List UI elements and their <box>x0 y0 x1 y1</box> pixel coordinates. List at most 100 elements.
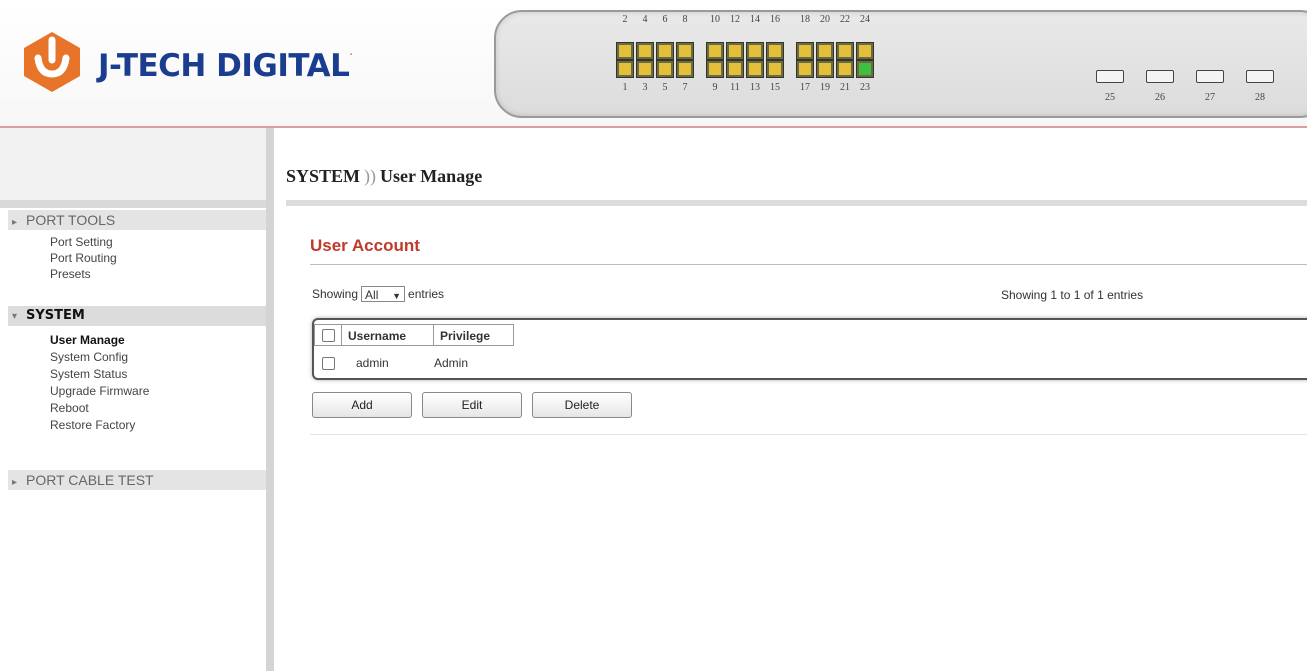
select-all-checkbox[interactable] <box>321 328 335 342</box>
port-label: 20 <box>820 14 830 25</box>
sidebar-section-port-tools[interactable]: ▸ PORT TOOLS <box>8 210 266 230</box>
entries-select[interactable]: All ▼ <box>361 286 406 302</box>
sfp-port-label: 27 <box>1205 92 1215 103</box>
port-label: 1 <box>622 82 628 93</box>
port-label: 10 <box>710 14 720 25</box>
sfp-port-icon[interactable] <box>1146 70 1174 83</box>
sidebar-item-port-routing[interactable]: Port Routing <box>50 250 117 266</box>
ethernet-port-icon[interactable] <box>676 60 694 78</box>
cell-privilege: Admin <box>434 356 469 370</box>
ethernet-port-icon[interactable] <box>616 60 634 78</box>
ethernet-port-icon[interactable] <box>746 42 764 60</box>
sidebar-item-user-manage[interactable]: User Manage <box>50 332 125 348</box>
j-tech-logo-icon <box>24 32 80 92</box>
main-content: User Account Showing All ▼ entries Showi… <box>286 206 1307 671</box>
sidebar: ▸ PORT TOOLS Port Setting Port Routing Pr… <box>0 128 274 671</box>
sidebar-item-upgrade-firmware[interactable]: Upgrade Firmware <box>50 383 149 399</box>
port-label: 19 <box>820 82 830 93</box>
port-label: 24 <box>860 14 870 25</box>
sfp-port-icon[interactable] <box>1246 70 1274 83</box>
header: J-TECH DIGITAL. 2 1 4 3 6 5 8 7 10 9 12 11 14 13 16 15 1… <box>0 0 1307 128</box>
ethernet-port-icon[interactable] <box>746 60 764 78</box>
port-label: 22 <box>840 14 850 25</box>
port-label: 17 <box>800 82 810 93</box>
ethernet-port-icon[interactable] <box>726 42 744 60</box>
delete-button[interactable]: Delete <box>532 392 632 418</box>
add-button[interactable]: Add <box>312 392 412 418</box>
port-label: 7 <box>682 82 688 93</box>
row-checkbox[interactable] <box>321 356 335 370</box>
breadcrumb: SYSTEM)) User Manage <box>286 166 482 187</box>
port-label: 6 <box>662 14 668 25</box>
edit-button[interactable]: Edit <box>422 392 522 418</box>
ethernet-port-icon[interactable] <box>656 42 674 60</box>
ethernet-port-icon[interactable] <box>636 60 654 78</box>
ethernet-port-icon[interactable] <box>706 60 724 78</box>
port-label: 4 <box>642 14 648 25</box>
port-label: 23 <box>860 82 870 93</box>
sidebar-section-port-cable-test[interactable]: ▸ PORT CABLE TEST <box>8 470 266 490</box>
port-label: 9 <box>712 82 718 93</box>
ethernet-port-icon[interactable] <box>856 42 874 60</box>
ethernet-port-icon[interactable] <box>856 60 874 78</box>
sfp-port-label: 28 <box>1255 92 1265 103</box>
sidebar-item-restore-factory[interactable]: Restore Factory <box>50 417 135 433</box>
switch-front-panel: 2 1 4 3 6 5 8 7 10 9 12 11 14 13 16 15 18 17 20 19 22 21 24 23 2… <box>494 10 1307 118</box>
sidebar-item-presets[interactable]: Presets <box>50 266 91 282</box>
ethernet-port-icon[interactable] <box>616 42 634 60</box>
port-label: 13 <box>750 82 760 93</box>
port-label: 15 <box>770 82 780 93</box>
port-label: 2 <box>622 14 628 25</box>
column-header-privilege[interactable]: Privilege <box>434 324 514 346</box>
ethernet-port-icon[interactable] <box>726 60 744 78</box>
port-label: 18 <box>800 14 810 25</box>
sidebar-item-system-status[interactable]: System Status <box>50 366 127 382</box>
sfp-port-icon[interactable] <box>1096 70 1124 83</box>
sfp-port-icon[interactable] <box>1196 70 1224 83</box>
port-label: 8 <box>682 14 688 25</box>
breadcrumb-section: SYSTEM <box>286 166 361 186</box>
port-label: 12 <box>730 14 740 25</box>
sidebar-section-system[interactable]: ▾ SYSTEM <box>8 306 266 326</box>
table-header: Username Privilege <box>314 322 514 348</box>
expand-arrow-icon: ▾ <box>12 311 18 322</box>
action-buttons: Add Edit Delete <box>312 392 632 418</box>
column-header-username[interactable]: Username <box>342 324 434 346</box>
port-label: 3 <box>642 82 648 93</box>
port-label: 16 <box>770 14 780 25</box>
ethernet-port-icon[interactable] <box>796 60 814 78</box>
entries-summary: Showing 1 to 1 of 1 entries <box>1001 288 1144 302</box>
port-label: 11 <box>730 82 740 93</box>
sfp-port-label: 25 <box>1105 92 1115 103</box>
brand-name: J-TECH DIGITAL. <box>98 48 353 84</box>
ethernet-port-icon[interactable] <box>636 42 654 60</box>
entries-control: Showing All ▼ entries <box>312 286 445 302</box>
port-label: 21 <box>840 82 850 93</box>
breadcrumb-separator: )) <box>364 166 377 186</box>
ethernet-port-icon[interactable] <box>766 42 784 60</box>
chevron-down-icon: ▼ <box>392 291 402 301</box>
sidebar-item-port-setting[interactable]: Port Setting <box>50 234 113 250</box>
table-row[interactable]: admin Admin <box>314 352 468 374</box>
ethernet-port-icon[interactable] <box>706 42 724 60</box>
breadcrumb-page: User Manage <box>380 166 483 186</box>
ethernet-port-icon[interactable] <box>656 60 674 78</box>
sidebar-top-strip <box>0 128 266 200</box>
port-label: 14 <box>750 14 760 25</box>
collapse-arrow-icon: ▸ <box>12 217 18 228</box>
port-label: 5 <box>662 82 668 93</box>
sidebar-item-reboot[interactable]: Reboot <box>50 400 89 416</box>
ethernet-port-icon[interactable] <box>766 60 784 78</box>
ethernet-port-icon[interactable] <box>676 42 694 60</box>
sfp-port-label: 26 <box>1155 92 1165 103</box>
ethernet-port-icon[interactable] <box>816 60 834 78</box>
ethernet-port-icon[interactable] <box>836 60 854 78</box>
ethernet-port-icon[interactable] <box>796 42 814 60</box>
user-table: Username Privilege admin Admin <box>312 318 1307 380</box>
sidebar-item-system-config[interactable]: System Config <box>50 349 128 365</box>
cell-username: admin <box>356 356 389 370</box>
page-title: User Account <box>310 236 420 255</box>
ethernet-port-icon[interactable] <box>816 42 834 60</box>
collapse-arrow-icon: ▸ <box>12 477 18 488</box>
ethernet-port-icon[interactable] <box>836 42 854 60</box>
